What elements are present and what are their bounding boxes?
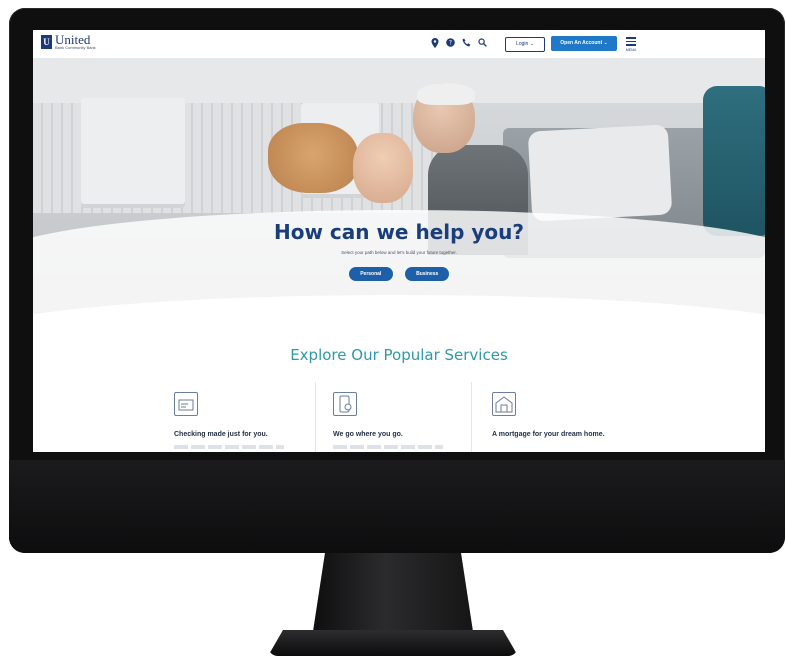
site-header: U United Bank Community Bank ? Login ⌄ O… <box>33 30 765 59</box>
service-description-placeholder <box>333 445 443 449</box>
hero-photo-pillow <box>527 124 673 222</box>
hamburger-icon <box>626 37 636 39</box>
service-title: A mortgage for your dream home. <box>492 431 605 438</box>
hero-section <box>33 58 765 328</box>
hero-buttons: Personal Business <box>33 262 765 281</box>
location-icon[interactable] <box>430 38 440 48</box>
hero-photo-pillow-teal <box>703 86 765 236</box>
help-icon[interactable]: ? <box>445 38 455 48</box>
monitor-stand <box>312 553 474 638</box>
service-card-mortgage[interactable]: A mortgage for your dream home. <box>492 380 647 452</box>
screen: U United Bank Community Bank ? Login ⌄ O… <box>33 30 765 452</box>
business-button[interactable]: Business <box>405 267 450 281</box>
divider <box>315 382 316 452</box>
service-card-checking[interactable]: Checking made just for you. <box>174 380 329 452</box>
monitor-base <box>268 630 518 656</box>
grandfather-hair <box>417 83 475 105</box>
personal-button[interactable]: Personal <box>348 267 393 281</box>
hamburger-icon-bar <box>626 44 636 46</box>
hero-photo-plush-toy <box>268 123 358 193</box>
hero-photo-stool <box>81 98 185 208</box>
menu-button[interactable]: MENU <box>623 36 639 53</box>
hamburger-icon-bar <box>626 40 636 42</box>
login-button[interactable]: Login ⌄ <box>505 37 545 52</box>
logo-mark: U <box>41 35 52 49</box>
logo-tagline: Bank Community Bank <box>55 45 96 50</box>
services-heading: Explore Our Popular Services <box>290 346 508 364</box>
service-title: We go where you go. <box>333 431 403 438</box>
service-title: Checking made just for you. <box>174 431 268 438</box>
service-description-placeholder <box>174 445 284 449</box>
divider <box>471 382 472 452</box>
menu-label: MENU <box>625 48 637 52</box>
mobile-icon <box>333 392 357 416</box>
service-card-mobile[interactable]: We go where you go. <box>333 380 488 452</box>
home-icon <box>492 392 516 416</box>
phone-icon[interactable] <box>461 38 471 48</box>
checking-icon <box>174 392 198 416</box>
hero-subtitle: Select your path below and let's build y… <box>341 250 457 255</box>
hero-content: How can we help you? Select your path be… <box>33 220 765 281</box>
search-icon[interactable] <box>477 38 487 48</box>
hero-title: How can we help you? <box>273 220 525 244</box>
svg-text:?: ? <box>448 40 451 47</box>
open-account-button[interactable]: Open An Account ⌄ <box>551 36 617 51</box>
monitor-chin <box>9 460 785 553</box>
